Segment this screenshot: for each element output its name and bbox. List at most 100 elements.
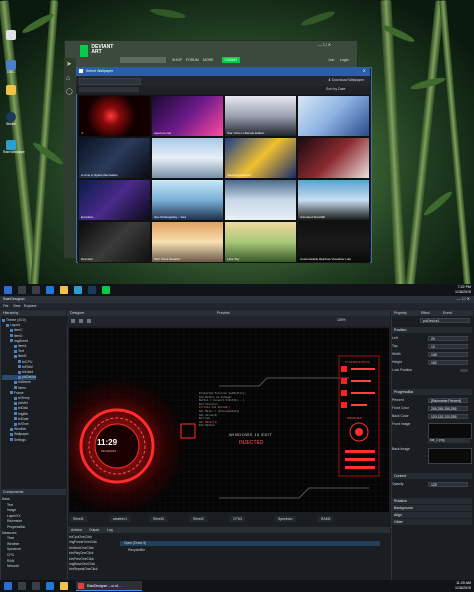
trigger-item[interactable]: btnRepeatOneClick [69, 567, 98, 571]
front-image-field[interactable]: bar_2.png [428, 438, 470, 443]
start-icon[interactable] [4, 582, 12, 590]
component-item[interactable]: Time [2, 536, 14, 540]
desktop-icon-recycle[interactable] [3, 30, 19, 40]
hierarchy-item[interactable]: Settings [2, 438, 26, 442]
sort-dropdown[interactable]: Sort by Date [326, 87, 345, 91]
desktop-icon-doc[interactable]: DOC [3, 60, 19, 74]
hierarchy-item[interactable]: txtAbove [2, 380, 31, 384]
hierarchy-item[interactable]: Layout [2, 323, 20, 327]
section-progressbar[interactable]: ProgressBar [392, 389, 472, 395]
circle-icon[interactable]: ◯ [66, 88, 74, 96]
nav-more[interactable]: MORE [203, 58, 214, 62]
front-color-field[interactable]: 255,255,255,255 [428, 406, 468, 411]
hierarchy-item[interactable]: imgBtn [2, 412, 28, 416]
trigger-item[interactable]: btnNextOneClick [69, 546, 94, 550]
section-content[interactable]: Content [392, 473, 472, 479]
sheet-tab[interactable]: CPU3 [230, 516, 246, 522]
tab-property[interactable]: Property [394, 311, 407, 315]
deviantart-taskbar-icon[interactable] [102, 286, 110, 294]
login-link[interactable]: Login [340, 58, 349, 62]
sheet-tab[interactable]: weather1 [110, 516, 130, 522]
close-icon[interactable]: ✕ [363, 68, 366, 73]
component-item[interactable]: Weather [2, 542, 19, 546]
start-icon[interactable] [4, 286, 12, 294]
hierarchy-item[interactable]: Theme (4/10) [2, 318, 26, 322]
wallpaper-thumb[interactable]: VanGogh Inspired [224, 137, 297, 179]
desktop-icon-rainwallpaper[interactable]: RainWallpape [3, 140, 25, 154]
trigger-item[interactable]: imgBaseOneClick [69, 562, 95, 566]
height-field[interactable]: 160 [428, 360, 468, 365]
filter-input[interactable] [79, 87, 139, 92]
join-link[interactable]: Join [328, 58, 334, 62]
window-controls[interactable]: — ☐ ✕ [318, 42, 331, 47]
wallpaper-thumb[interactable] [297, 95, 370, 137]
hierarchy-item[interactable]: txtRAM [2, 365, 33, 369]
wallpaper-thumb[interactable]: Animated Snowfall [297, 179, 370, 221]
tab-log[interactable]: Log [107, 528, 113, 532]
component-item[interactable]: Network [2, 564, 19, 568]
download-wallpaper-button[interactable]: ⬇ Download Wallpaper [328, 78, 364, 82]
wallpaper-thumb[interactable]: ⟈ [78, 95, 151, 137]
hierarchy-item[interactable]: itemC [2, 328, 23, 332]
component-item[interactable]: Measures [2, 531, 16, 535]
edge-icon[interactable] [46, 582, 54, 590]
hierarchy-item[interactable]: picDevice [2, 375, 37, 380]
opacity-field[interactable]: 128 [428, 482, 468, 487]
explorer-icon[interactable] [60, 286, 68, 294]
sheet-tab[interactable]: Sheet3 [150, 516, 167, 522]
action-recyclebin[interactable]: RecycleBin [128, 548, 145, 552]
top-field[interactable]: 10 [428, 344, 468, 349]
taskbar-raindesigner[interactable]: RainDesigner – ui.rd... [76, 581, 142, 591]
taskbar-top-clock[interactable]: 7:22 PM 1/16/2019 [455, 285, 471, 294]
hierarchy-item[interactable]: txtUsed [2, 370, 33, 374]
sheet-tab[interactable]: Sheet1 [70, 516, 87, 522]
task-view-icon[interactable] [32, 286, 40, 294]
nav-shop[interactable]: SHOP [172, 58, 182, 62]
sheet-tab[interactable]: Spectrum [275, 516, 296, 522]
section-position[interactable]: Position [392, 327, 472, 333]
deviantart-arrow-icon[interactable]: ➤ [66, 60, 74, 68]
wallpaper-thumb[interactable]: A Lime in Space Recreation [78, 137, 151, 179]
submit-button[interactable]: SUBMIT [222, 57, 240, 63]
section-align[interactable]: Align [392, 512, 472, 518]
desktop-icon-folder[interactable] [3, 85, 19, 95]
front-image-preview[interactable] [428, 423, 472, 439]
component-item[interactable]: Image [2, 508, 16, 512]
component-item[interactable]: CPU [2, 553, 14, 557]
search-icon[interactable] [18, 286, 26, 294]
menu-explorer[interactable]: Explorer [24, 304, 37, 308]
wallpaper-thumb[interactable]: Customizable Rainbow Visualizer Lulu [297, 221, 370, 263]
component-item[interactable]: Spectrum [2, 547, 21, 551]
hierarchy-item[interactable]: Wallpaper [2, 432, 29, 436]
tab-actions[interactable]: Actions [71, 528, 82, 532]
hierarchy-item[interactable]: Frame [2, 391, 24, 395]
component-item[interactable]: Layer/XX [2, 514, 21, 518]
wallpaper-thumb[interactable]: Evolution [78, 179, 151, 221]
hierarchy-item[interactable]: Weather [2, 427, 26, 431]
nav-forum[interactable]: FORUM [186, 58, 199, 62]
menu-view[interactable]: View [13, 304, 20, 308]
hierarchy-item[interactable]: txtDate [2, 417, 28, 421]
desktop-icon-steam[interactable]: Steam [3, 112, 19, 126]
hierarchy-item[interactable]: txtCPU [2, 360, 32, 364]
width-field[interactable]: 148 [428, 352, 468, 357]
task-view-icon[interactable] [32, 582, 40, 590]
zoom-level[interactable]: 100% [337, 318, 346, 322]
hierarchy-item[interactable]: txtTime [2, 422, 29, 426]
component-item[interactable]: Basic [2, 497, 10, 501]
explorer-icon[interactable] [60, 582, 68, 590]
component-item[interactable]: Rainmeter [2, 519, 22, 523]
back-color-field[interactable]: 120,120,120,255 [428, 414, 468, 419]
wallpaper-thumb[interactable] [297, 137, 370, 179]
sheet-tab[interactable]: RAM3 [318, 516, 334, 522]
component-item[interactable]: ProgressBar [2, 525, 25, 529]
pointer-tool-icon[interactable] [71, 319, 75, 323]
hierarchy-item[interactable]: itemB [2, 354, 26, 358]
back-image-preview[interactable] [428, 448, 472, 464]
trigger-item[interactable]: txtCpuOneClick [69, 535, 92, 539]
wallpaper-thumb[interactable] [151, 137, 224, 179]
move-tool-icon[interactable] [79, 319, 83, 323]
lock-position-toggle[interactable] [460, 369, 468, 372]
steam-taskbar-icon[interactable] [88, 286, 96, 294]
align-tool-icon[interactable] [87, 319, 91, 323]
